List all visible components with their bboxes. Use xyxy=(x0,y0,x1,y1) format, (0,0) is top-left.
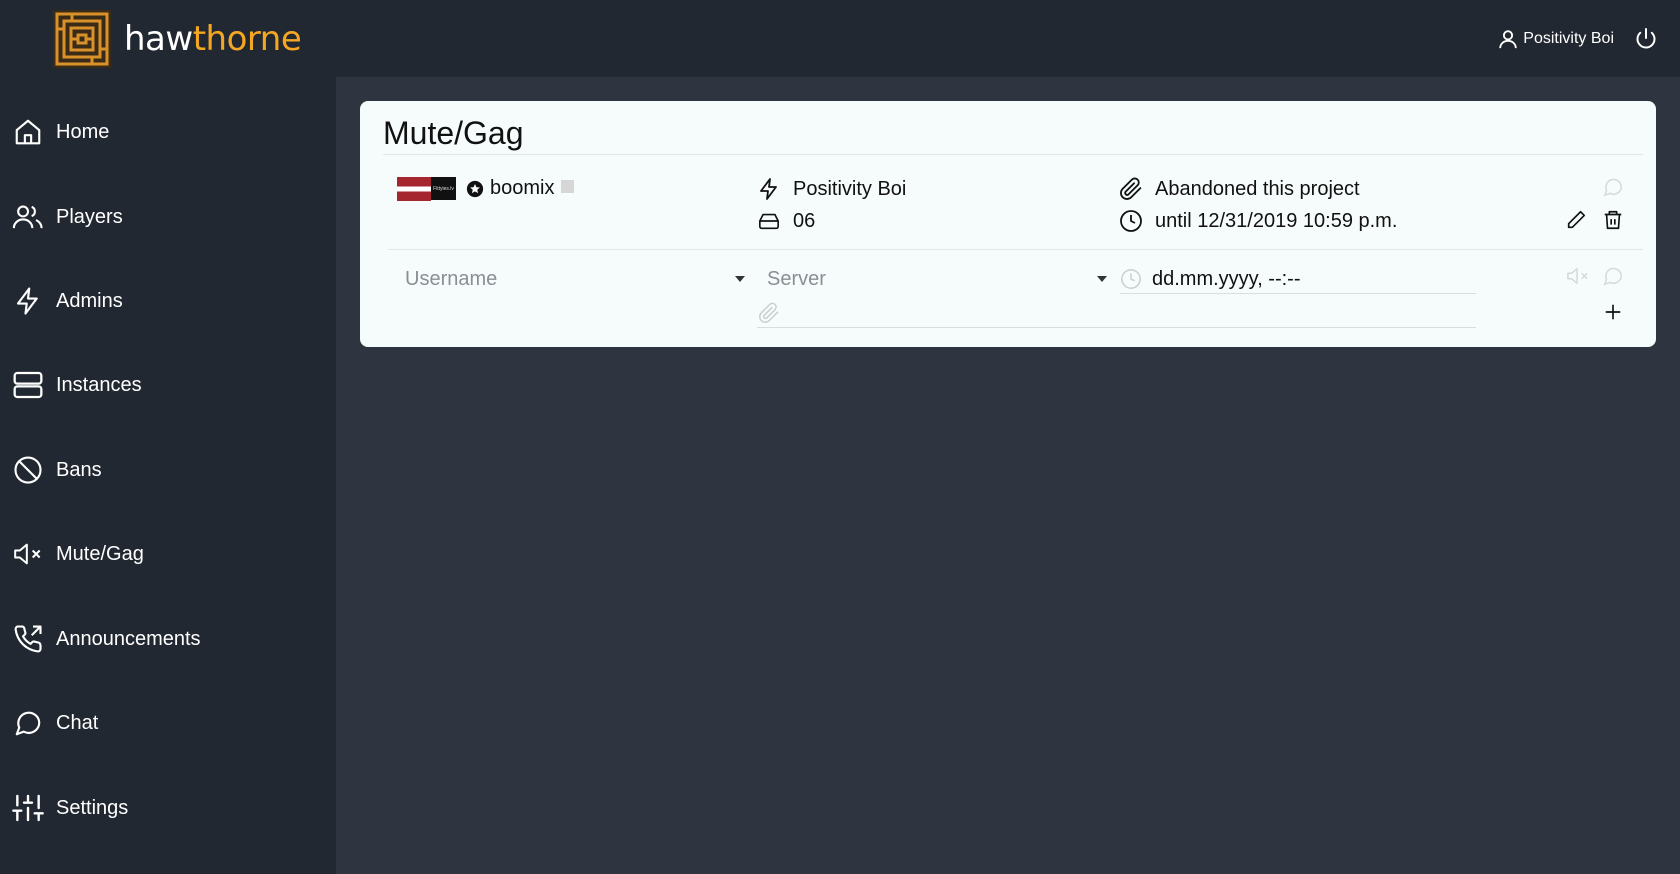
sidebar-item-label: Settings xyxy=(56,796,129,819)
pencil-icon xyxy=(1567,210,1586,229)
mute-gag-card xyxy=(360,101,1656,347)
player-link[interactable]: boomix xyxy=(466,177,554,200)
admin-name: Positivity Boi xyxy=(793,177,907,200)
username-select[interactable]: Username xyxy=(405,268,497,291)
sidebar-item-label: Mute/Gag xyxy=(56,542,144,565)
paperclip-icon xyxy=(759,302,779,323)
server-select[interactable]: Server xyxy=(767,268,826,291)
hard-drive-icon xyxy=(757,209,781,233)
ban-icon xyxy=(12,454,44,486)
logo-icon xyxy=(53,9,111,68)
sidebar: Home Players Admins Instances Bans Mute/… xyxy=(0,77,336,874)
sidebar-item-label: Announcements xyxy=(56,627,201,650)
trash-icon xyxy=(1604,210,1622,230)
flag-icon xyxy=(397,177,431,201)
chat-toggle-button[interactable] xyxy=(1600,174,1626,200)
reason-text: Abandoned this project xyxy=(1155,177,1360,200)
date-input-underline xyxy=(1120,293,1476,294)
reason-input[interactable] xyxy=(756,300,782,326)
brand-part1: haw xyxy=(124,18,193,59)
server-icon xyxy=(12,369,44,401)
server-badge: Fittyies.lv xyxy=(431,177,456,200)
status-indicator xyxy=(561,180,574,193)
sidebar-item-label: Chat xyxy=(56,711,99,734)
sidebar-item-label: Admins xyxy=(56,289,123,312)
lightning-icon xyxy=(12,285,44,317)
clock-icon xyxy=(1118,266,1144,292)
sidebar-item-admins[interactable]: Admins xyxy=(12,281,123,321)
reason-input-underline xyxy=(757,327,1476,328)
mute-icon xyxy=(12,538,44,570)
expiry-info: until 12/31/2019 10:59 p.m. xyxy=(1119,209,1397,233)
delete-button[interactable] xyxy=(1600,207,1626,233)
sidebar-item-announcements[interactable]: Announcements xyxy=(12,619,201,659)
plus-icon xyxy=(1605,304,1621,320)
user-profile-link[interactable]: Positivity Boi xyxy=(1497,28,1614,50)
page-title: Mute/Gag xyxy=(383,115,524,151)
users-icon xyxy=(12,201,44,233)
logout-button[interactable] xyxy=(1634,27,1658,51)
player-name: boomix xyxy=(490,177,555,199)
chevron-down-icon xyxy=(735,276,745,282)
steam-icon xyxy=(466,180,484,197)
sidebar-item-label: Bans xyxy=(56,458,102,481)
power-icon xyxy=(1636,27,1656,48)
expiry-text: until 12/31/2019 10:59 p.m. xyxy=(1155,209,1398,232)
chat-icon xyxy=(1603,178,1622,197)
sidebar-item-instances[interactable]: Instances xyxy=(12,365,142,405)
server-info: 06 xyxy=(757,209,815,233)
lightning-icon xyxy=(757,177,781,201)
mute-toggle-button[interactable] xyxy=(1565,263,1591,289)
mute-icon xyxy=(1567,267,1588,285)
user-name: Positivity Boi xyxy=(1523,29,1614,47)
reason-info: Abandoned this project xyxy=(1119,177,1360,201)
sliders-icon xyxy=(12,792,44,824)
user-icon xyxy=(1499,29,1518,48)
home-icon xyxy=(12,116,44,148)
title-divider xyxy=(383,154,1643,155)
chat-icon xyxy=(1603,267,1622,286)
chevron-down-icon xyxy=(1097,276,1107,282)
user-area: Positivity Boi xyxy=(1497,0,1658,77)
sidebar-item-players[interactable]: Players xyxy=(12,197,123,237)
sidebar-item-mute-gag[interactable]: Mute/Gag xyxy=(12,534,144,574)
paperclip-icon xyxy=(1119,177,1143,201)
sidebar-item-label: Players xyxy=(56,205,123,228)
chat-icon xyxy=(12,707,44,739)
add-button[interactable] xyxy=(1600,299,1626,325)
sidebar-item-label: Home xyxy=(56,120,110,143)
admin-info: Positivity Boi xyxy=(757,177,906,201)
server-number: 06 xyxy=(793,209,816,232)
sidebar-item-bans[interactable]: Bans xyxy=(12,450,102,490)
phone-outgoing-icon xyxy=(12,623,44,655)
sidebar-item-chat[interactable]: Chat xyxy=(12,703,98,743)
date-time-input[interactable]: dd.mm.yyyy, --:-- xyxy=(1152,268,1301,291)
sidebar-item-label: Instances xyxy=(56,373,142,396)
logo[interactable]: hawthorne xyxy=(52,9,302,69)
sidebar-item-home[interactable]: Home xyxy=(12,112,109,152)
clock-icon xyxy=(1119,209,1143,233)
brand-name: hawthorne xyxy=(124,18,302,59)
edit-button[interactable] xyxy=(1563,207,1589,233)
sidebar-item-settings[interactable]: Settings xyxy=(12,788,128,828)
brand-part2: thorne xyxy=(192,18,302,59)
top-bar: hawthorne Positivity Boi xyxy=(0,0,1680,77)
gag-toggle-button[interactable] xyxy=(1600,263,1626,289)
row-divider xyxy=(388,249,1643,250)
